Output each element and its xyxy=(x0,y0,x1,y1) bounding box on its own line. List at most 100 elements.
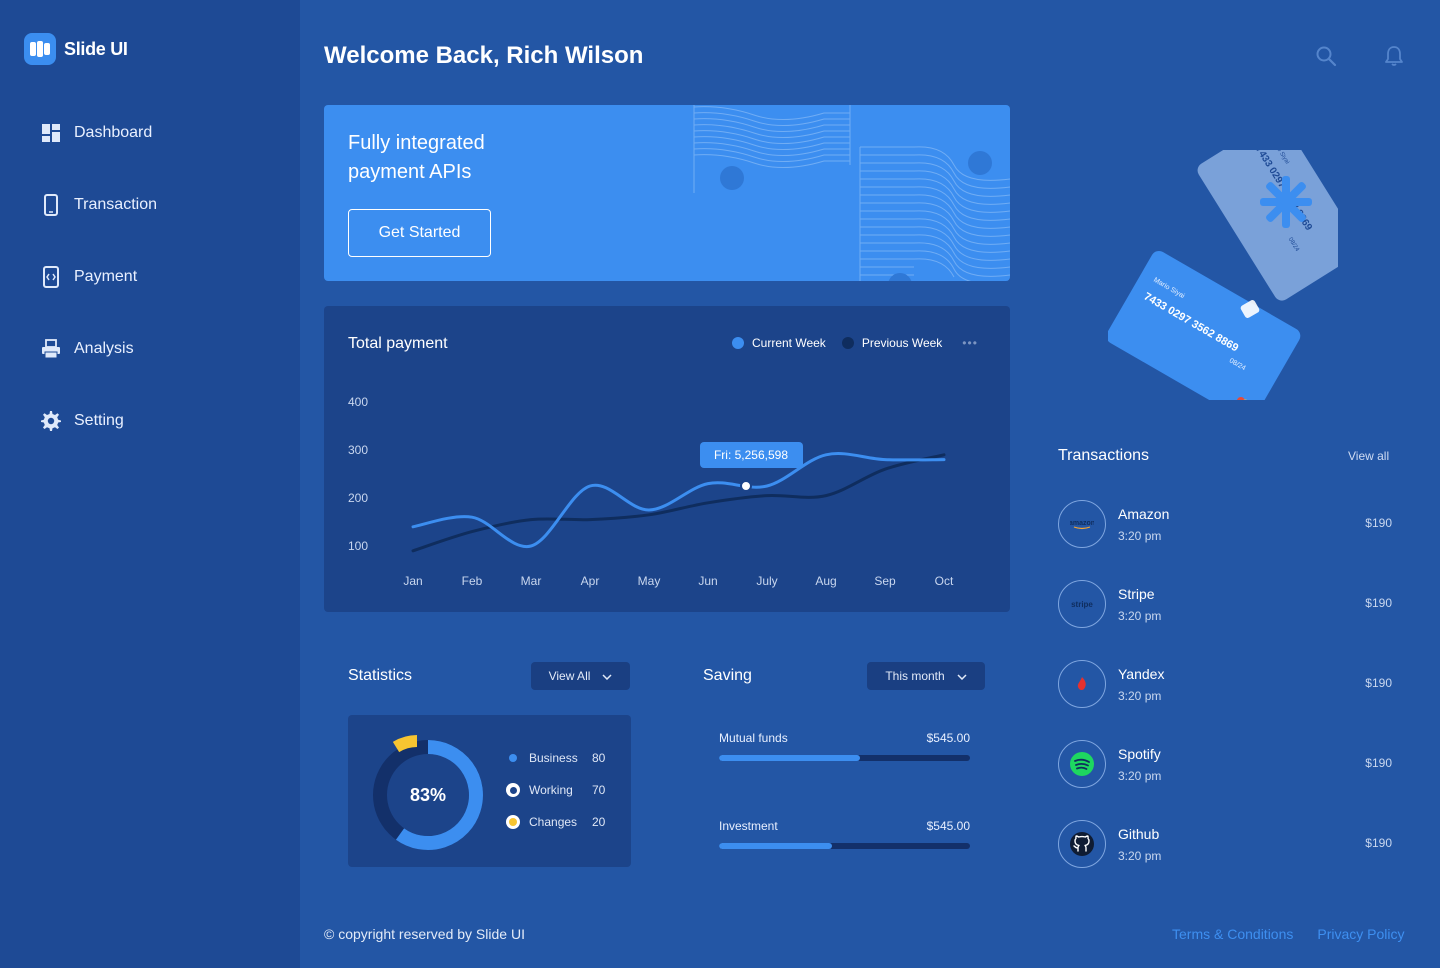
promo-banner: Fully integrated payment APIs Get Starte… xyxy=(324,105,1010,281)
legend-marker xyxy=(506,783,520,797)
credit-cards-illustration: Mario Siyai 7433 0297 3562 8869 08/24 74… xyxy=(1108,150,1338,400)
stat-row-business: Business 80 xyxy=(506,751,605,765)
legend-label: Previous Week xyxy=(861,336,943,350)
stat-label: Business xyxy=(529,751,578,765)
sidebar-item-analysis[interactable]: Analysis xyxy=(40,332,157,366)
logo-icon xyxy=(24,33,56,65)
total-payment-chart: 400 300 200 100 Jan Feb Mar Apr May Jun July Aug Sep… xyxy=(324,306,1010,612)
transaction-row[interactable]: amazon Amazon 3:20 pm $190 xyxy=(1058,500,1392,548)
statistics-dropdown[interactable]: View All xyxy=(531,662,630,690)
y-tick-label: 200 xyxy=(348,491,368,505)
header-actions xyxy=(1314,44,1406,68)
sidebar-item-transaction[interactable]: Transaction xyxy=(40,188,157,222)
merchant-name: Github xyxy=(1118,826,1160,842)
asterisk-icon xyxy=(1260,176,1312,228)
transaction-time: 3:20 pm xyxy=(1118,529,1162,543)
statistics-title: Statistics xyxy=(348,667,413,684)
transaction-amount: $190 xyxy=(1365,676,1392,690)
legend-label: Current Week xyxy=(752,336,826,350)
stat-value: 70 xyxy=(592,783,606,797)
sidebar: Slide UI Dashboard Transaction Payment A… xyxy=(0,0,300,968)
saving-dropdown[interactable]: This month xyxy=(867,662,985,690)
donut-segment-changes xyxy=(392,735,418,753)
dropdown-label: View All xyxy=(548,669,591,683)
transaction-row[interactable]: Spotify 3:20 pm $190 xyxy=(1058,740,1392,788)
progress-fill xyxy=(719,755,860,761)
sidebar-item-payment[interactable]: Payment xyxy=(40,260,157,294)
sidebar-item-label: Dashboard xyxy=(74,124,153,141)
chevron-down-icon xyxy=(957,669,967,683)
saving-amount: $545.00 xyxy=(926,819,970,833)
merchant-name: Yandex xyxy=(1118,666,1165,682)
banner-wave-pattern xyxy=(693,105,1010,281)
transactions-title: Transactions xyxy=(1058,447,1149,464)
chart-legend: Current Week Previous Week ••• xyxy=(732,336,978,350)
saving-label: Investment xyxy=(719,819,778,833)
sidebar-item-label: Payment xyxy=(74,268,138,285)
yandex-icon xyxy=(1058,660,1106,708)
more-options-icon[interactable]: ••• xyxy=(962,336,978,350)
saving-item-investment: Investment $545.00 xyxy=(719,819,970,849)
transaction-row[interactable]: Github 3:20 pm $190 xyxy=(1058,820,1392,868)
dashboard-icon xyxy=(40,122,62,144)
x-tick-label: Apr xyxy=(581,574,600,588)
transaction-amount: $190 xyxy=(1365,596,1392,610)
get-started-button[interactable]: Get Started xyxy=(348,209,491,257)
x-tick-label: Feb xyxy=(462,574,483,588)
y-tick-label: 400 xyxy=(348,395,368,409)
legend-dot xyxy=(732,337,744,349)
privacy-link[interactable]: Privacy Policy xyxy=(1317,926,1404,942)
x-tick-label: Sep xyxy=(874,574,896,588)
github-icon xyxy=(1058,820,1106,868)
stripe-icon: stripe xyxy=(1058,580,1106,628)
spotify-icon xyxy=(1058,740,1106,788)
legend-marker xyxy=(506,815,520,829)
sidebar-item-label: Transaction xyxy=(74,196,157,213)
search-icon[interactable] xyxy=(1314,44,1338,68)
dropdown-label: This month xyxy=(885,669,945,683)
transaction-time: 3:20 pm xyxy=(1118,769,1162,783)
series-line-current-week xyxy=(411,452,946,548)
app-logo[interactable]: Slide UI xyxy=(24,33,128,65)
legend-item-previous-week[interactable]: Previous Week xyxy=(841,336,943,350)
x-tick-label: Mar xyxy=(521,574,542,588)
x-tick-label: Jan xyxy=(403,574,422,588)
progress-track xyxy=(719,755,970,761)
chart-title: Total payment xyxy=(348,335,448,352)
stat-label: Working xyxy=(529,783,573,797)
amazon-wordmark: amazon xyxy=(1070,520,1094,527)
copyright-text: © copyright reserved by Slide UI xyxy=(324,926,525,942)
chevron-down-icon xyxy=(602,669,612,683)
amazon-icon: amazon xyxy=(1058,500,1106,548)
transaction-time: 3:20 pm xyxy=(1118,609,1162,623)
footer-links: Terms & Conditions Privacy Policy xyxy=(1172,926,1405,942)
sidebar-item-dashboard[interactable]: Dashboard xyxy=(40,116,157,150)
transaction-row[interactable]: stripe Stripe 3:20 pm $190 xyxy=(1058,580,1392,628)
stat-row-working: Working 70 xyxy=(506,783,605,797)
transactions-view-all-link[interactable]: View all xyxy=(1348,449,1389,463)
series-line-previous-week xyxy=(411,453,946,553)
progress-track xyxy=(719,843,970,849)
saving-item-mutual-funds: Mutual funds $545.00 xyxy=(719,731,970,761)
stripe-wordmark: stripe xyxy=(1071,600,1093,609)
stat-label: Changes xyxy=(529,815,578,829)
transaction-row[interactable]: Yandex 3:20 pm $190 xyxy=(1058,660,1392,708)
terms-link[interactable]: Terms & Conditions xyxy=(1172,926,1293,942)
transaction-time: 3:20 pm xyxy=(1118,689,1162,703)
page-title: Welcome Back, Rich Wilson xyxy=(324,42,644,69)
tooltip-text: Fri: 5,256,598 xyxy=(714,448,788,462)
saving-label: Mutual funds xyxy=(719,731,788,745)
banner-title: Fully integrated payment APIs xyxy=(348,132,485,183)
transaction-amount: $190 xyxy=(1365,756,1392,770)
legend-item-current-week[interactable]: Current Week xyxy=(732,336,826,350)
sidebar-item-setting[interactable]: Setting xyxy=(40,404,157,438)
sidebar-item-label: Analysis xyxy=(74,340,134,357)
x-tick-label: Jun xyxy=(698,574,717,588)
saving-title: Saving xyxy=(703,667,752,684)
transaction-amount: $190 xyxy=(1365,516,1392,530)
x-tick-label: May xyxy=(638,574,661,588)
x-tick-label: Oct xyxy=(935,574,954,588)
y-tick-label: 300 xyxy=(348,443,368,457)
payment-icon xyxy=(40,266,62,288)
bell-icon[interactable] xyxy=(1382,44,1406,68)
